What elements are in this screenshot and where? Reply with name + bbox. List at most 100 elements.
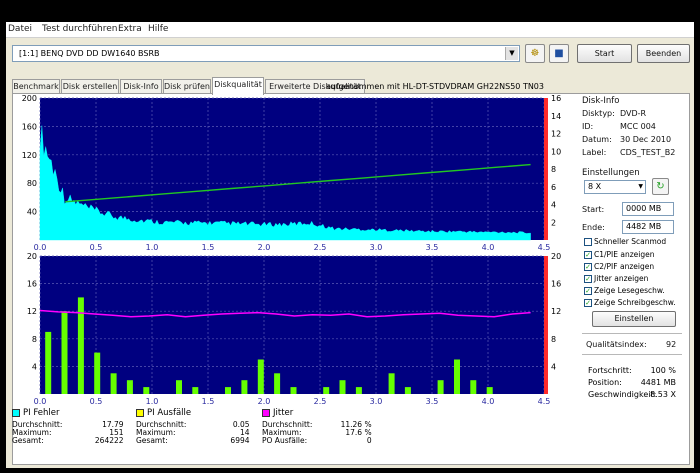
stat-pie: PI Fehler Durchschnitt: 17.79 Maximum: 151… xyxy=(10,408,132,445)
stat-pif-title: PI Ausfälle xyxy=(136,408,191,418)
end-input[interactable]: 4482 MB xyxy=(622,220,674,234)
disc-tools-button[interactable]: ☸ xyxy=(525,44,545,63)
pif-y2tick-label: 4 xyxy=(551,362,556,371)
show-pif-checkbox[interactable]: ✓ C2/PIF anzeigen xyxy=(584,262,654,271)
pif-bar xyxy=(437,380,444,394)
quality-index-label: Qualitätsindex: xyxy=(586,340,647,349)
pif-bar xyxy=(176,380,182,394)
pif-bar xyxy=(454,359,460,394)
pif-xtick-label: 2.0 xyxy=(258,397,271,406)
pif-bar xyxy=(61,311,68,394)
chart-header: aufgenommen mit HL-DT-STDVDRAM GH22NS50 … xyxy=(326,82,544,91)
pif-ytick-label: 20 xyxy=(27,252,37,261)
pif-bar xyxy=(404,387,411,394)
pif-bar xyxy=(388,373,395,394)
divider xyxy=(582,354,682,355)
show-write-speed-checkbox[interactable]: ✓ Zeige Schreibgeschw. xyxy=(584,298,676,307)
menu-bar: Datei Test durchführen Extra Hilfe xyxy=(6,22,694,38)
disk-date-label: Datum: xyxy=(582,135,612,144)
pie-ytick-label: 160 xyxy=(22,122,37,131)
checkmark-icon: ✓ xyxy=(584,263,592,271)
pif-y2tick-label: 8 xyxy=(551,335,556,344)
pie-y2tick-label: 10 xyxy=(551,147,561,156)
pie-xtick-label: 0.0 xyxy=(34,243,47,252)
stat-pie-title: PI Fehler xyxy=(12,408,59,418)
pif-bar xyxy=(225,387,231,394)
divider xyxy=(582,333,682,334)
quick-scan-checkbox[interactable]: Schneller Scanmod xyxy=(584,237,666,246)
side-panel: Disk-Info Disktyp: DVD-R ID: MCC 004 Dat… xyxy=(580,90,684,442)
pie-xtick-label: 3.5 xyxy=(426,243,439,252)
pif-y2tick-label: 20 xyxy=(551,252,561,261)
pif-bar xyxy=(110,373,117,394)
pie-xtick-label: 0.5 xyxy=(90,243,103,252)
show-jitter-checkbox[interactable]: ✓ Jitter anzeigen xyxy=(584,274,648,283)
pif-y2tick-label: 16 xyxy=(551,280,561,289)
pif-xtick-label: 2.5 xyxy=(314,397,327,406)
disk-label-value: CDS_TEST_B2 xyxy=(620,148,676,157)
pie-ytick-label: 200 xyxy=(22,94,37,103)
stat-pif-label: PI Ausfälle xyxy=(147,408,192,418)
tab-diskqualitaet[interactable]: Diskqualität xyxy=(212,77,264,95)
menu-test[interactable]: Test durchführen xyxy=(42,24,117,34)
settings-title: Einstellungen xyxy=(582,168,640,178)
pie-xtick-label: 4.5 xyxy=(538,243,551,252)
exit-button[interactable]: Beenden xyxy=(637,44,690,63)
pif-ytick-label: 16 xyxy=(27,280,37,289)
drive-select[interactable]: [1:1] BENQ DVD DD DW1640 BSRB ▼ xyxy=(12,45,520,62)
speed-select[interactable]: 8 X ▼ xyxy=(584,180,646,194)
pif-bar xyxy=(77,297,84,394)
checkmark-icon: ✓ xyxy=(584,275,592,283)
stat-jitter-label: Jitter xyxy=(273,408,294,418)
pif-ytick-label: 4 xyxy=(32,362,37,371)
pie-y2tick-label: 12 xyxy=(551,130,561,139)
disk-id-label: ID: xyxy=(582,122,594,131)
disk-info-title: Disk-Info xyxy=(582,96,620,106)
pie-xtick-label: 1.0 xyxy=(146,243,159,252)
disk-id-value: MCC 004 xyxy=(620,122,656,131)
disk-type-value: DVD-R xyxy=(620,109,647,118)
show-pie-checkbox[interactable]: ✓ C1/PIE anzeigen xyxy=(584,250,655,259)
menu-datei[interactable]: Datei xyxy=(8,24,32,34)
drive-select-value: [1:1] BENQ DVD DD DW1640 BSRB xyxy=(19,49,160,58)
save-button[interactable]: ■ xyxy=(549,44,569,63)
pie-right-axis xyxy=(544,98,548,240)
pie-swatch xyxy=(12,408,20,417)
chevron-down-icon[interactable]: ▼ xyxy=(505,47,518,60)
quality-charts: aufgenommen mit HL-DT-STDVDRAM GH22NS50 … xyxy=(10,78,576,406)
pif-ytick-label: 12 xyxy=(27,307,37,316)
apply-settings-button[interactable]: Einstellen xyxy=(592,311,676,327)
checkmark-icon: ✓ xyxy=(584,251,592,259)
speed-row: Geschwindigkeit: 8.53 X xyxy=(588,390,676,399)
menu-extra[interactable]: Extra xyxy=(118,24,142,34)
pie-y2tick-label: 8 xyxy=(551,165,556,174)
speed-select-value: 8 X xyxy=(588,182,602,191)
pif-bar xyxy=(126,380,133,394)
pif-right-axis xyxy=(544,256,548,394)
refresh-button[interactable]: ↻ xyxy=(652,178,669,195)
pif-xtick-label: 0.0 xyxy=(34,397,47,406)
floppy-icon: ■ xyxy=(554,48,564,59)
pif-bar xyxy=(241,380,248,394)
chevron-down-icon: ▼ xyxy=(638,183,643,190)
stat-pie-total: Gesamt: 264222 xyxy=(12,436,124,445)
pie-ytick-label: 40 xyxy=(27,208,37,217)
pif-bar xyxy=(94,352,101,394)
pie-y2tick-label: 2 xyxy=(551,218,556,227)
checkmark-icon: ✓ xyxy=(584,287,592,295)
menu-hilfe[interactable]: Hilfe xyxy=(148,24,168,34)
disk-date-value: 30 Dec 2010 xyxy=(620,135,672,144)
pif-bar xyxy=(355,387,362,394)
show-read-speed-checkbox[interactable]: ✓ Zeige Lesegeschw. xyxy=(584,286,665,295)
start-input[interactable]: 0000 MB xyxy=(622,202,674,216)
start-button[interactable]: Start xyxy=(577,44,632,63)
end-label: Ende: xyxy=(582,223,605,232)
pie-xtick-label: 2.5 xyxy=(314,243,327,252)
disk-type-label: Disktyp: xyxy=(582,109,615,118)
pif-xtick-label: 3.5 xyxy=(426,397,439,406)
pie-ytick-label: 120 xyxy=(22,151,37,160)
pif-bar xyxy=(339,380,346,394)
progress-row: Fortschritt: 100 % xyxy=(588,366,676,375)
pif-xtick-label: 4.5 xyxy=(538,397,551,406)
pif-bar xyxy=(323,387,330,394)
